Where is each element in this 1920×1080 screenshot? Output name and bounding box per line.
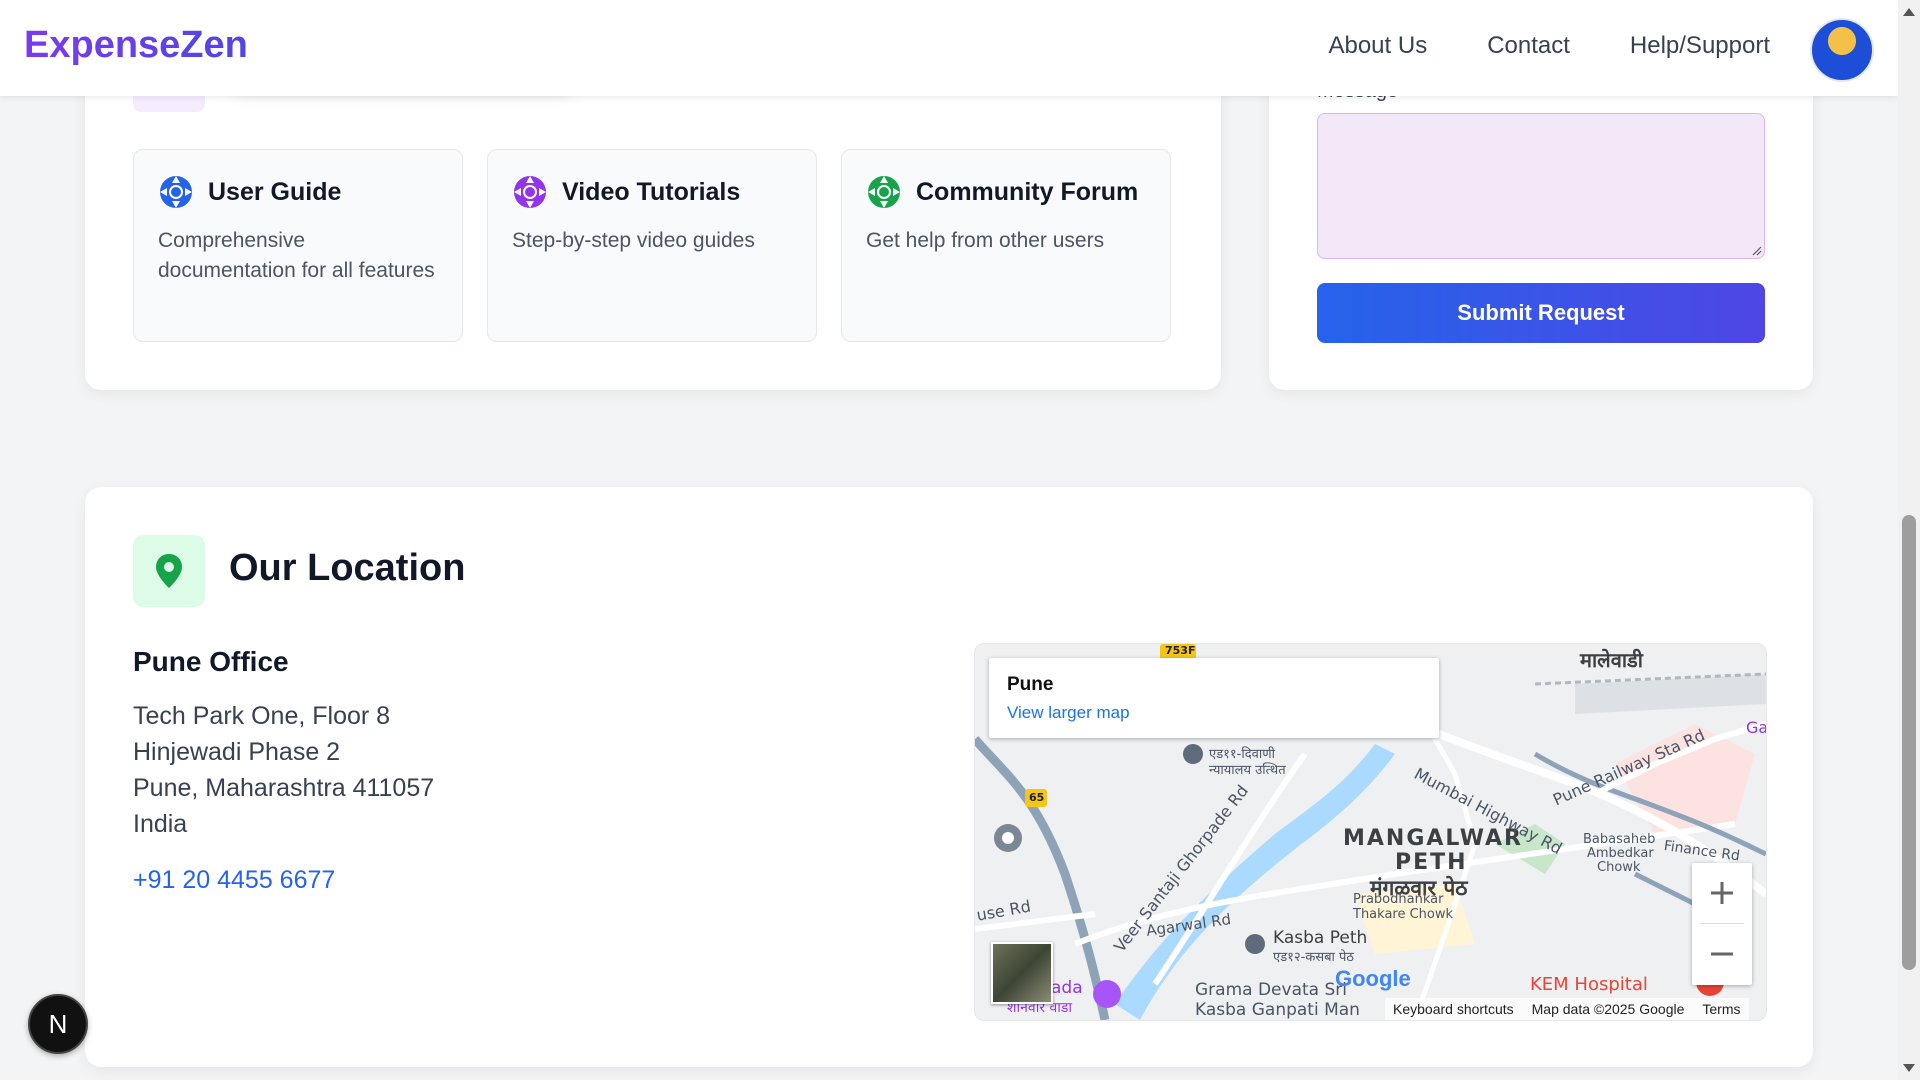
map-label: Chowk [1597,860,1641,875]
map-label: Prabodhankar [1353,892,1444,907]
nav-links: About Us Contact Help/Support [1328,32,1770,60]
address-line: Hinjewadi Phase 2 [133,738,341,766]
nextjs-dev-badge[interactable]: N [28,994,88,1054]
map-footer: Keyboard shortcuts Map data ©2025 Google… [1385,998,1749,1020]
resource-user-guide[interactable]: User Guide Comprehensive documentation f… [133,149,463,342]
road-shield-label: 753F [1165,644,1196,657]
lifebuoy-icon [160,176,192,208]
view-larger-map-link[interactable]: View larger map [1007,703,1130,723]
map-data-attribution: Map data ©2025 Google [1531,1001,1685,1017]
nav-contact[interactable]: Contact [1487,32,1570,60]
resource-grid: User Guide Comprehensive documentation f… [133,149,1171,342]
map-label: Babasaheb [1583,832,1656,847]
road-shield-label: 65 [1029,791,1045,804]
submit-request-button[interactable]: Submit Request [1317,283,1765,343]
google-logo: Google [1335,966,1411,992]
page-viewport: User Guide Comprehensive documentation f… [0,0,1898,1080]
satellite-toggle-thumbnail[interactable] [991,942,1053,1004]
map-label: Ambedkar [1587,846,1654,861]
map-place-title: Pune [1007,674,1054,695]
resource-description: Step-by-step video guides [512,229,755,252]
office-address: Tech Park One, Floor 8 Hinjewadi Phase 2… [133,698,434,842]
scroll-thumb[interactable] [1902,515,1916,970]
location-icon-box [133,535,205,607]
minus-icon [1711,952,1733,956]
resource-description: Comprehensive documentation for all feat… [158,229,435,282]
map-label: Ga [1746,718,1767,737]
resize-grip-icon[interactable] [1750,244,1762,256]
zoom-in-button[interactable] [1692,863,1752,923]
nav-help-support[interactable]: Help/Support [1630,32,1770,60]
embedded-map[interactable]: MANGALWAR PETH मंगळवार पेठ मालेवाडी Mumb… [974,643,1767,1021]
brand-logo[interactable]: ExpenseZen [24,24,248,67]
map-label: MANGALWAR [1343,826,1523,851]
map-label: ada [1051,978,1083,998]
top-navbar: ExpenseZen About Us Contact Help/Support [0,0,1898,96]
office-phone-link[interactable]: +91 20 4455 6677 [133,866,335,895]
map-label: Kasba Peth [1273,928,1368,948]
map-label: PETH [1395,850,1468,875]
map-label: न्यायालय उत्थित [1209,763,1286,778]
resource-video-tutorials[interactable]: Video Tutorials Step-by-step video guide… [487,149,817,342]
nav-about-us[interactable]: About Us [1328,32,1427,60]
page-scrollbar[interactable] [1898,0,1920,1080]
keyboard-shortcuts-link[interactable]: Keyboard shortcuts [1393,1001,1514,1017]
lifebuoy-icon [514,176,546,208]
message-textarea[interactable] [1317,113,1765,259]
scroll-down-arrow-icon[interactable] [1903,1064,1915,1072]
address-line: Tech Park One, Floor 8 [133,702,391,730]
resource-title: User Guide [208,177,342,206]
map-pin-icon [156,554,182,588]
map-label: मालेवाडी [1580,648,1643,672]
location-title: Our Location [229,547,466,589]
location-card: Our Location Pune Office Tech Park One, … [85,487,1813,1067]
map-label: Grama Devata Sri [1195,980,1347,1000]
plus-icon [1711,882,1733,904]
office-name: Pune Office [133,646,289,677]
map-label: Thakare Chowk [1353,907,1454,922]
map-zoom-controls [1692,863,1752,985]
zoom-out-button[interactable] [1692,924,1752,984]
map-label: एड१२-कसबा पेठ [1273,950,1354,965]
google-logo-text: Google [1335,966,1411,991]
resource-title: Video Tutorials [562,177,741,206]
map-label: KEM Hospital [1530,974,1648,995]
terms-link[interactable]: Terms [1702,1001,1740,1017]
map-info-card: Pune View larger map [989,658,1439,738]
lifebuoy-icon [868,176,900,208]
resource-description: Get help from other users [866,229,1105,252]
scroll-up-arrow-icon[interactable] [1903,8,1915,16]
address-line: India [133,810,188,838]
address-line: Pune, Maharashtra 411057 [133,774,435,802]
map-label: Kasba Ganpati Man [1195,1000,1360,1020]
user-avatar[interactable] [1810,18,1874,82]
resource-title: Community Forum [916,177,1139,206]
resource-community-forum[interactable]: Community Forum Get help from other user… [841,149,1171,342]
